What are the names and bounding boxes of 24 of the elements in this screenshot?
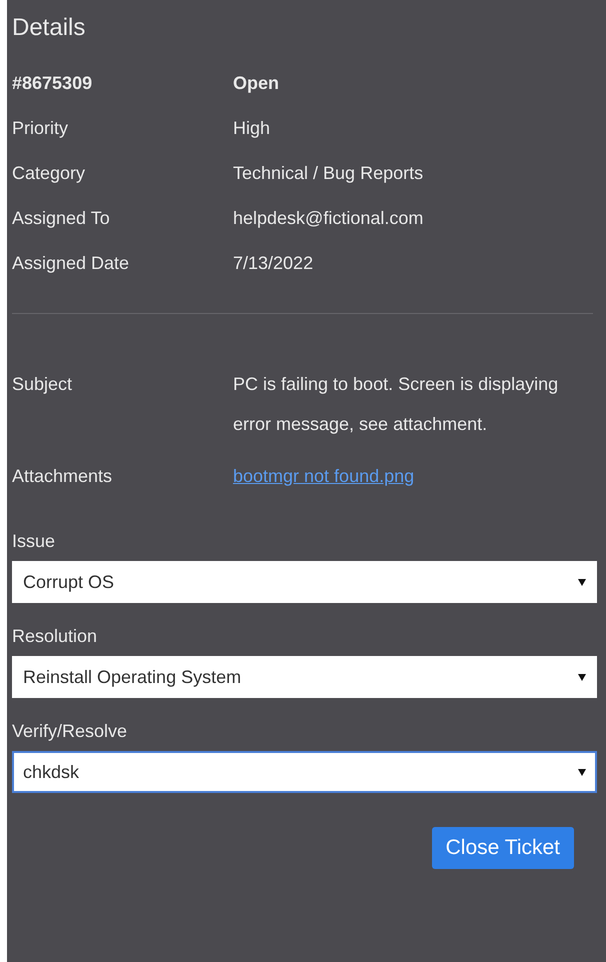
field-value: 7/13/2022 xyxy=(233,252,314,275)
dropdown[interactable]: Corrupt OS xyxy=(12,561,597,603)
field-label: Priority xyxy=(12,117,70,140)
field-label: Assigned Date xyxy=(12,252,130,275)
field-label: Resolution xyxy=(12,625,98,648)
field-label: Subject xyxy=(12,373,74,396)
dropdown[interactable]: Reinstall Operating System xyxy=(12,656,597,698)
field-label: Issue xyxy=(12,530,56,553)
field-label: Attachments xyxy=(12,465,114,488)
close-ticket-button[interactable]: Close Ticket xyxy=(432,827,574,869)
panel-title: Details xyxy=(12,13,86,43)
caret-icon xyxy=(578,768,586,776)
ticket-status: Open xyxy=(233,72,280,95)
field-value: helpdesk@fictional.com xyxy=(233,207,424,230)
subject-text: PC is failing to boot. Screen is displaying error message, see attachment. xyxy=(233,373,560,436)
field-value: High xyxy=(233,117,272,140)
ticket-number: #8675309 xyxy=(12,72,94,95)
caret-icon xyxy=(578,578,586,586)
dropdown[interactable]: chkdsk xyxy=(12,751,597,793)
field-label: Verify/Resolve xyxy=(12,720,128,743)
caret-icon xyxy=(578,674,586,680)
field-value: Technical / Bug Reports xyxy=(233,162,424,185)
field-label: Assigned To xyxy=(12,207,111,230)
field-label: Category xyxy=(12,162,86,185)
